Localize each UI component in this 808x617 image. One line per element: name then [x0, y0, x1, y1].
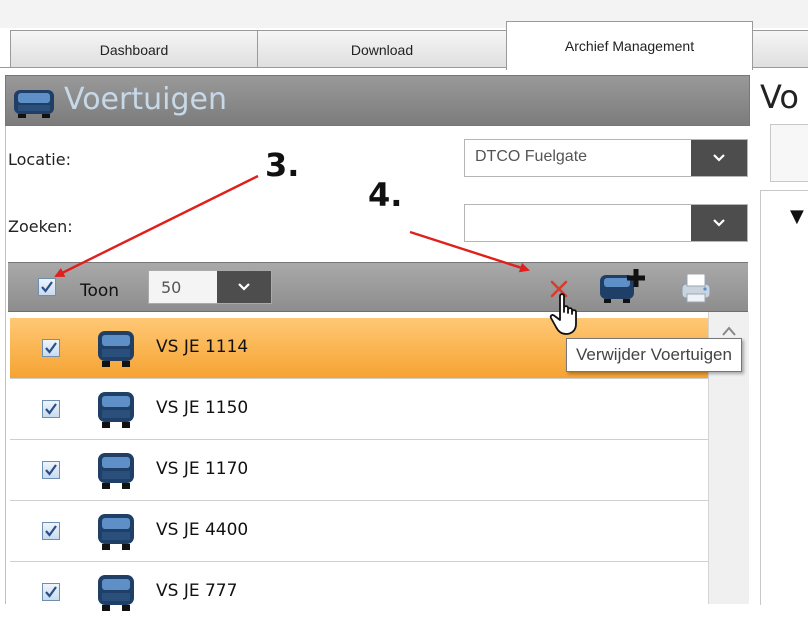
arrow-step-3 [54, 174, 259, 278]
annotation-step-3: 3. [265, 146, 300, 184]
annotation-step-4: 4. [368, 176, 403, 214]
annotation-arrows [54, 174, 530, 278]
arrow-step-4 [409, 230, 530, 273]
